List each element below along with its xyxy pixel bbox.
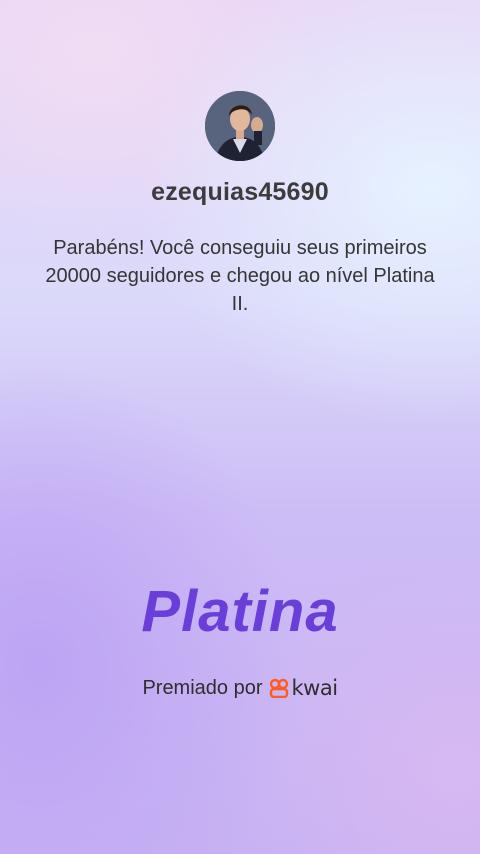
kwai-logo-icon [269,678,288,698]
username: ezequias45690 [151,178,329,206]
kwai-brand-text: kwai [291,676,339,700]
award-prefix: Premiado por [142,676,263,699]
user-avatar-icon [205,91,275,161]
avatar[interactable] [205,91,275,161]
congratulations-message: Parabéns! Você conseguiu seus primeiros … [45,237,435,315]
award-line: Premiado por kwai [0,676,480,700]
level-title: Platina [141,579,339,644]
kwai-brand: kwai [269,676,338,700]
